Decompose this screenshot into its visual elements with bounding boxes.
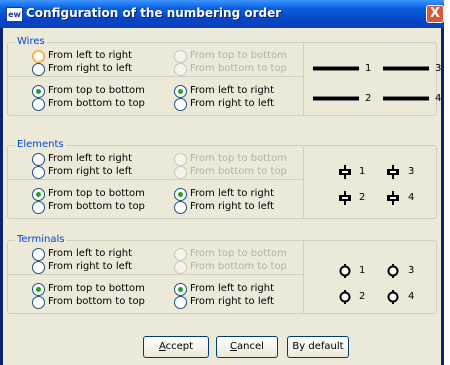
radio-icon [174, 261, 187, 274]
radio-icon [174, 166, 187, 179]
preview-number: 1 [359, 265, 366, 276]
radio-label: From left to right [190, 283, 275, 294]
radio-icon [32, 248, 45, 261]
radio-label: From right to left [190, 201, 275, 212]
title-bar[interactable]: ew Configuration of the numbering order … [0, 0, 444, 28]
wire-icon [383, 96, 429, 101]
radio-label: From right to left [48, 166, 133, 177]
radio-label: From bottom to top [48, 201, 145, 212]
radio-label: From right to left [190, 296, 275, 307]
separator [303, 240, 304, 314]
radio-icon [174, 50, 187, 63]
group-label-elements: Elements [15, 139, 66, 151]
radio-label: From bottom to top [48, 296, 145, 307]
radio-label: From bottom to top [48, 98, 145, 109]
dialog-client: Wires From left to right From right to l… [3, 28, 441, 365]
terminal-symbol-icon [339, 264, 351, 278]
radio-label: From right to left [48, 63, 133, 74]
radio-icon [174, 201, 187, 214]
group-label-wires: Wires [15, 36, 47, 48]
separator [7, 179, 303, 180]
radio-icon [32, 50, 45, 63]
radio-icon [174, 63, 187, 76]
accept-label: ccept [165, 341, 194, 352]
wire-icon [313, 96, 359, 101]
preview-number: 3 [435, 63, 442, 74]
preview-number: 1 [359, 166, 366, 177]
radio-icon [174, 85, 187, 98]
by-default-button[interactable]: By default [287, 336, 349, 358]
radio-icon [32, 283, 45, 296]
wires-group: Wires From left to right From right to l… [7, 36, 450, 116]
radio-icon [174, 153, 187, 166]
separator [303, 145, 304, 219]
radio-icon [32, 63, 45, 76]
radio-label: From top to bottom [190, 248, 287, 259]
radio-label: From bottom to top [190, 63, 287, 74]
preview-number: 2 [359, 291, 366, 302]
radio-label: From right to left [190, 98, 275, 109]
radio-label: From left to right [190, 85, 275, 96]
accept-button[interactable]: Accept [143, 336, 209, 358]
wire-icon [383, 66, 429, 71]
separator [7, 274, 303, 275]
radio-icon [32, 296, 45, 309]
accept-accelerator: A [158, 341, 166, 352]
radio-icon [174, 283, 187, 296]
preview-number: 4 [435, 93, 442, 104]
radio-icon [32, 153, 45, 166]
radio-icon [32, 85, 45, 98]
radio-label: From bottom to top [190, 166, 287, 177]
radio-icon [174, 98, 187, 111]
preview-number: 2 [359, 192, 366, 203]
element-symbol-icon [339, 165, 351, 179]
radio-label: From left to right [48, 50, 133, 61]
window-title: Configuration of the numbering order [26, 6, 282, 20]
radio-icon [174, 248, 187, 261]
radio-label: From right to left [48, 261, 133, 272]
cancel-accelerator: C [230, 341, 238, 352]
preview-number: 3 [408, 265, 415, 276]
terminal-symbol-icon [339, 290, 351, 304]
close-button[interactable]: X [426, 5, 444, 23]
radio-icon [174, 188, 187, 201]
radio-label: From left to right [190, 188, 275, 199]
radio-label: From top to bottom [190, 50, 287, 61]
radio-icon [32, 166, 45, 179]
radio-icon [174, 296, 187, 309]
terminal-symbol-icon [387, 290, 399, 304]
preview-number: 4 [408, 192, 415, 203]
preview-number: 2 [365, 93, 372, 104]
element-symbol-icon [387, 191, 399, 205]
preview-number: 3 [408, 166, 415, 177]
separator [7, 76, 303, 77]
elements-group: Elements From left to right From right t… [7, 139, 450, 219]
radio-icon [32, 201, 45, 214]
radio-label: From left to right [48, 248, 133, 259]
separator [303, 42, 304, 116]
radio-icon [32, 188, 45, 201]
radio-label: From bottom to top [190, 261, 287, 272]
group-label-terminals: Terminals [15, 234, 67, 246]
radio-icon [32, 98, 45, 111]
radio-label: From top to bottom [48, 188, 145, 199]
radio-label: From top to bottom [48, 283, 145, 294]
terminal-symbol-icon [387, 264, 399, 278]
preview-number: 4 [408, 291, 415, 302]
preview-number: 1 [365, 63, 372, 74]
dialog-window: ew Configuration of the numbering order … [0, 0, 444, 365]
element-symbol-icon [387, 165, 399, 179]
wire-icon [313, 66, 359, 71]
element-symbol-icon [339, 191, 351, 205]
cancel-button[interactable]: Cancel [216, 336, 278, 358]
radio-label: From left to right [48, 153, 133, 164]
app-icon: ew [6, 7, 23, 22]
terminals-group: Terminals From left to right From right … [7, 234, 450, 314]
cancel-label: ancel [237, 341, 264, 352]
radio-label: From top to bottom [48, 85, 145, 96]
radio-icon [32, 261, 45, 274]
radio-label: From top to bottom [190, 153, 287, 164]
